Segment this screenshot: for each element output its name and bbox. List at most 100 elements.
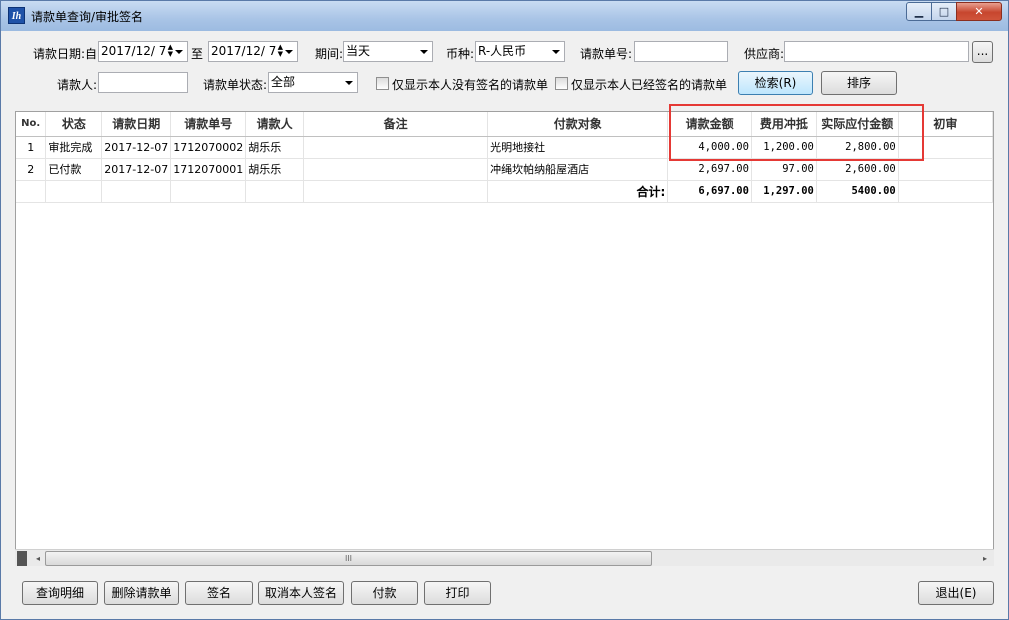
scroll-left-icon[interactable]: ◂ xyxy=(31,551,45,566)
currency-label: 币种: xyxy=(446,47,475,61)
cell-note xyxy=(303,158,489,181)
cell-number: 1712070001 xyxy=(170,158,247,181)
period-value: 当天 xyxy=(346,44,371,58)
scrollbar-marker xyxy=(17,551,27,566)
cell-offset: 97.00 xyxy=(751,158,817,181)
search-button[interactable]: 检索(R) xyxy=(738,71,813,95)
totals-label: 合计: xyxy=(487,180,669,203)
only-signed-label: 仅显示本人已经签名的请款单 xyxy=(571,78,728,92)
cell-date: 2017-12-07 xyxy=(101,136,172,159)
delete-button[interactable]: 删除请款单 xyxy=(104,581,179,605)
empty-cell xyxy=(303,180,489,203)
request-grid: No. 状态 请款日期 请款单号 请款人 备注 付款对象 请款金额 费用冲抵 实… xyxy=(16,112,993,203)
only-unsigned-label: 仅显示本人没有签名的请款单 xyxy=(392,78,549,92)
empty-cell xyxy=(45,180,103,203)
period-select[interactable]: 当天 xyxy=(343,41,433,62)
currency-value: R-人民币 xyxy=(478,44,527,58)
chevron-down-icon xyxy=(552,50,560,54)
status-value: 全部 xyxy=(271,75,296,89)
cell-no: 2 xyxy=(16,158,47,181)
column-header[interactable]: 备注 xyxy=(303,112,489,137)
column-header[interactable]: No. xyxy=(16,112,47,137)
applicant-input[interactable] xyxy=(98,72,188,93)
cell-amount: 2,697.00 xyxy=(667,158,752,181)
window-title: 请款单查询/审批签名 xyxy=(31,10,144,24)
cell-actual: 2,600.00 xyxy=(816,158,899,181)
filter-panel: 请款日期:自 2017/12/ 7 ▲ ▼ 至 2017/12/ 7 ▲ ▼ 期间:… xyxy=(9,37,1001,101)
cell-first-review xyxy=(898,136,993,159)
print-button[interactable]: 打印 xyxy=(424,581,491,605)
detail-button[interactable]: 查询明细 xyxy=(22,581,98,605)
date-from-picker[interactable]: 2017/12/ 7 ▲ ▼ xyxy=(98,41,188,62)
maximize-icon[interactable]: □ xyxy=(931,2,957,21)
supplier-browse-button[interactable]: ... xyxy=(972,41,993,63)
minimize-icon[interactable]: ▁ xyxy=(906,2,932,21)
column-header[interactable]: 实际应付金额 xyxy=(816,112,899,137)
cell-payee: 光明地接社 xyxy=(487,136,669,159)
column-header[interactable]: 请款单号 xyxy=(170,112,247,137)
date-spin-icon: ▲ ▼ xyxy=(167,43,173,58)
empty-cell xyxy=(898,180,993,203)
date-to-label: 至 xyxy=(191,47,204,61)
column-header[interactable]: 请款日期 xyxy=(101,112,172,137)
supplier-input[interactable] xyxy=(784,41,969,62)
table-row[interactable]: 1 审批完成 2017-12-07 1712070002 胡乐乐 光明地接社 4… xyxy=(16,136,993,159)
total-amount: 6,697.00 xyxy=(667,180,752,203)
empty-cell xyxy=(245,180,305,203)
app-logo-icon: Ih xyxy=(8,7,25,24)
cell-payee: 冲绳坎帕纳船屋酒店 xyxy=(487,158,669,181)
column-header[interactable]: 费用冲抵 xyxy=(751,112,817,137)
cell-offset: 1,200.00 xyxy=(751,136,817,159)
totals-row: 合计: 6,697.00 1,297.00 5400.00 xyxy=(16,180,993,203)
exit-button[interactable]: 退出(E) xyxy=(918,581,994,605)
title-bar[interactable]: Ih 请款单查询/审批签名 ▁ □ ✕ xyxy=(1,1,1008,31)
cell-actual: 2,800.00 xyxy=(816,136,899,159)
date-spin-icon: ▲ ▼ xyxy=(277,43,283,58)
number-input[interactable] xyxy=(634,41,728,62)
cancel-sign-button[interactable]: 取消本人签名 xyxy=(258,581,344,605)
column-header[interactable]: 请款人 xyxy=(245,112,305,137)
sort-button[interactable]: 排序 xyxy=(821,71,897,95)
cell-first-review xyxy=(898,158,993,181)
only-unsigned-checkbox[interactable] xyxy=(376,77,389,90)
total-actual: 5400.00 xyxy=(816,180,899,203)
cell-status: 审批完成 xyxy=(45,136,103,159)
table-row[interactable]: 2 已付款 2017-12-07 1712070001 胡乐乐 冲绳坎帕纳船屋酒… xyxy=(16,158,993,181)
cell-note xyxy=(303,136,489,159)
empty-cell xyxy=(101,180,172,203)
period-label: 期间: xyxy=(315,47,344,61)
scrollbar-thumb[interactable]: III xyxy=(45,551,652,566)
cell-status: 已付款 xyxy=(45,158,103,181)
action-bar: 查询明细 删除请款单 签名 取消本人签名 付款 打印 退出(E) xyxy=(1,571,1008,619)
cell-no: 1 xyxy=(16,136,47,159)
column-header[interactable]: 初审 xyxy=(898,112,993,137)
close-icon[interactable]: ✕ xyxy=(956,2,1002,21)
cell-applicant: 胡乐乐 xyxy=(245,158,305,181)
pay-button[interactable]: 付款 xyxy=(351,581,418,605)
sign-button[interactable]: 签名 xyxy=(185,581,253,605)
table-header-row: No. 状态 请款日期 请款单号 请款人 备注 付款对象 请款金额 费用冲抵 实… xyxy=(16,112,993,137)
column-header[interactable]: 请款金额 xyxy=(667,112,752,137)
status-select[interactable]: 全部 xyxy=(268,72,358,93)
chevron-down-icon xyxy=(285,50,293,54)
scroll-right-icon[interactable]: ▸ xyxy=(978,551,992,566)
horizontal-scrollbar[interactable]: ◂ III ▸ xyxy=(15,549,994,566)
number-label: 请款单号: xyxy=(580,47,633,61)
column-header[interactable]: 状态 xyxy=(45,112,103,137)
cell-applicant: 胡乐乐 xyxy=(245,136,305,159)
empty-cell xyxy=(16,180,47,203)
total-offset: 1,297.00 xyxy=(751,180,817,203)
main-window: Ih 请款单查询/审批签名 ▁ □ ✕ 请款日期:自 2017/12/ 7 ▲ ▼… xyxy=(0,0,1009,620)
only-signed-checkbox[interactable] xyxy=(555,77,568,90)
caption-buttons: ▁ □ ✕ xyxy=(906,2,1002,21)
chevron-down-icon xyxy=(345,81,353,85)
date-to-picker[interactable]: 2017/12/ 7 ▲ ▼ xyxy=(208,41,298,62)
date-from-label: 请款日期:自 xyxy=(33,47,98,61)
chevron-down-icon xyxy=(175,50,183,54)
status-label: 请款单状态: xyxy=(203,78,268,92)
empty-cell xyxy=(170,180,247,203)
currency-select[interactable]: R-人民币 xyxy=(475,41,565,62)
applicant-label: 请款人: xyxy=(57,78,98,92)
column-header[interactable]: 付款对象 xyxy=(487,112,669,137)
chevron-down-icon xyxy=(420,50,428,54)
